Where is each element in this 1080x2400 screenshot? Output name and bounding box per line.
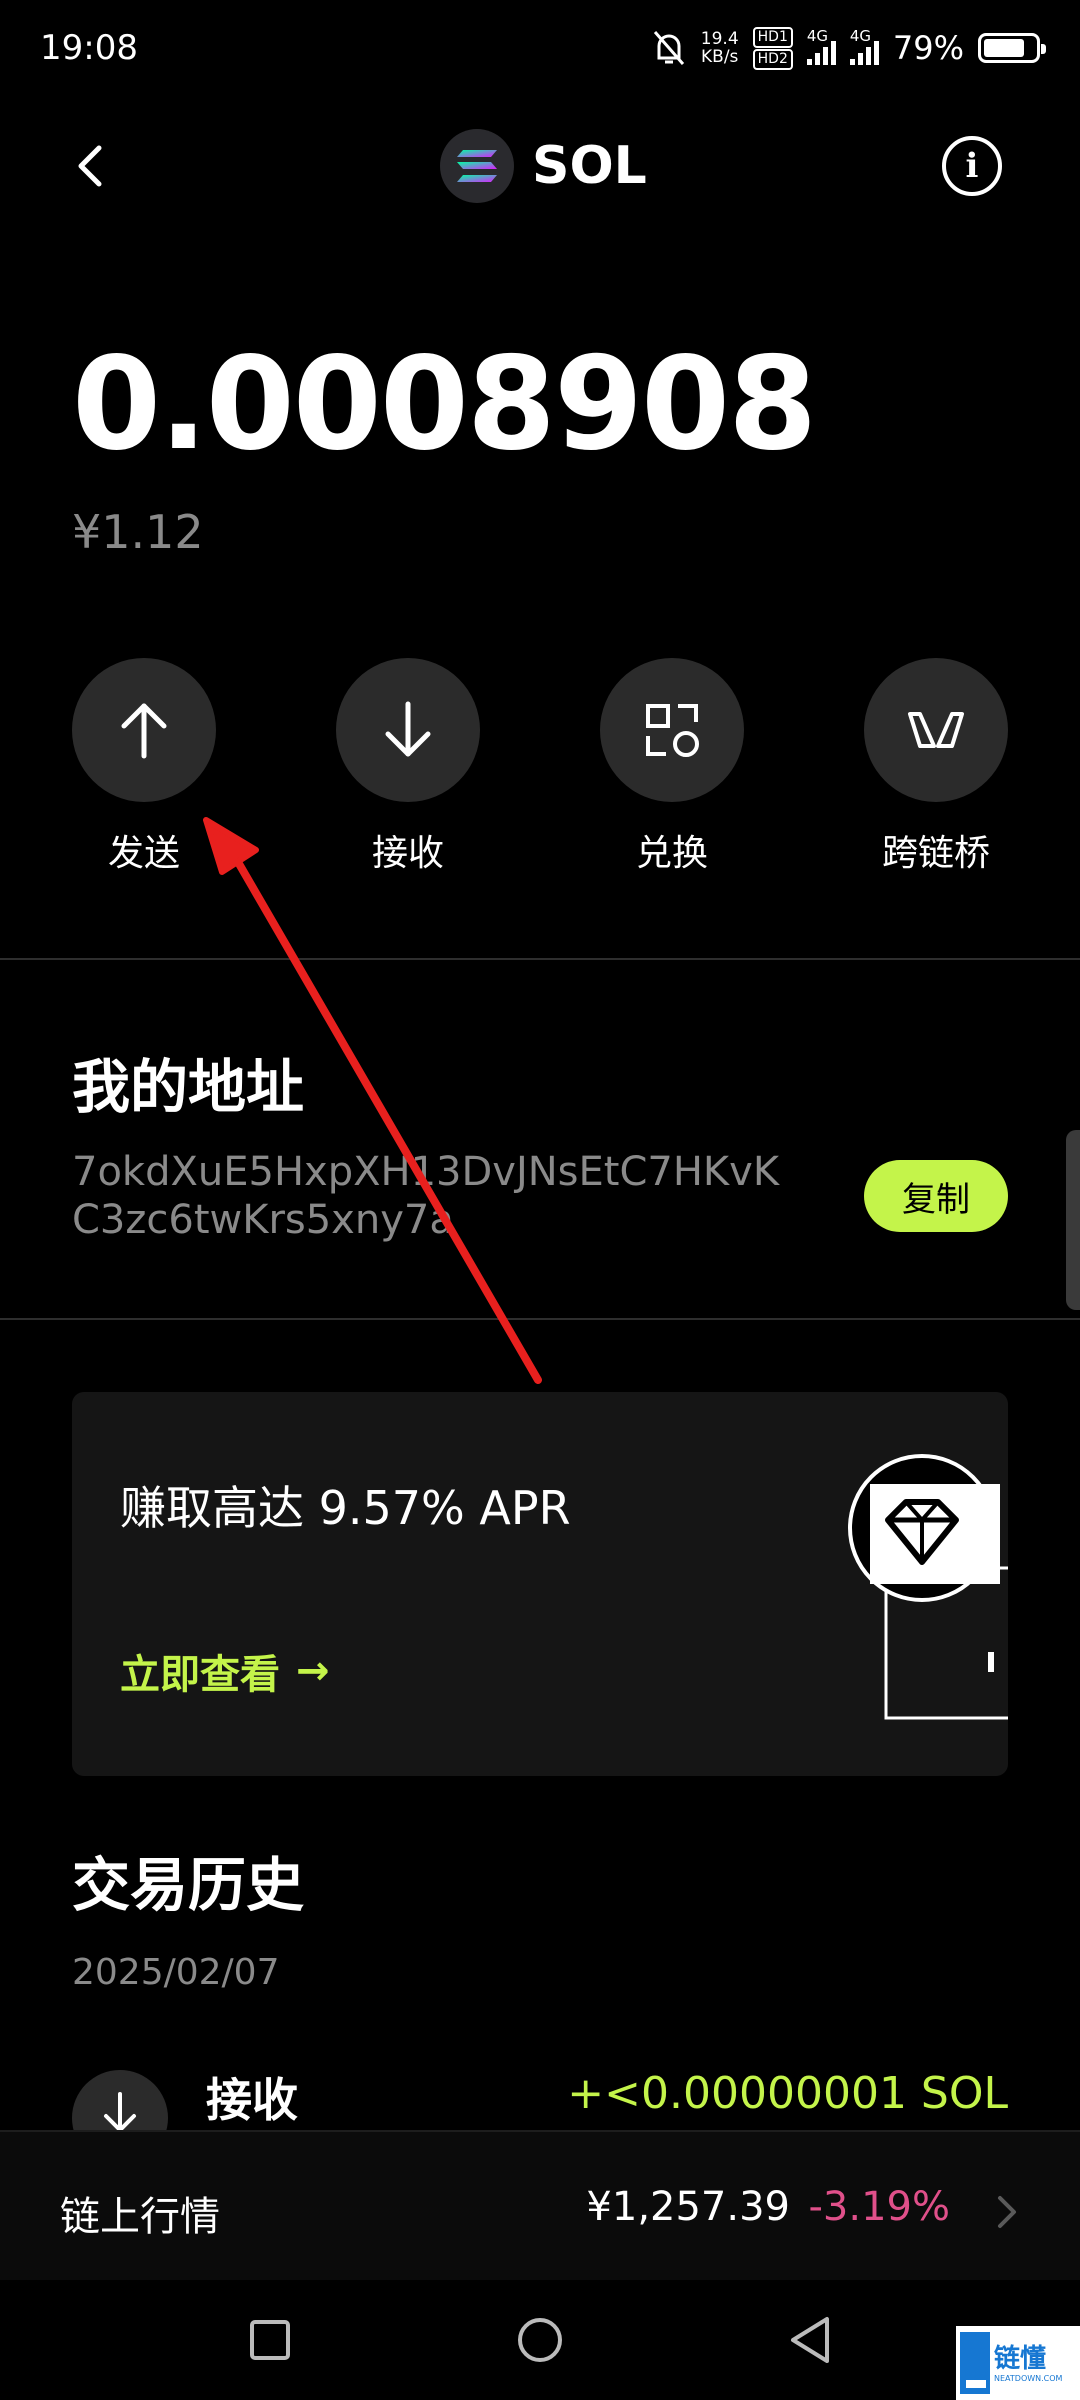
watermark-text: 链懂 <box>994 2343 1047 2374</box>
send-circle[interactable] <box>72 658 216 802</box>
battery-percent: 79% <box>892 29 964 67</box>
signal-strength-icon: 4G <box>806 27 836 65</box>
copy-address-button[interactable]: 复制 <box>864 1160 1008 1232</box>
address-title: 我的地址 <box>72 1053 305 1121</box>
network-speed-unit: KB/s <box>701 47 739 67</box>
hd-badge: HD1 <box>752 26 793 48</box>
staking-promo-card[interactable]: 赚取高达 9.57% APR 立即查看 → <box>72 1392 1008 1776</box>
promo-view-link[interactable]: 立即查看 → <box>120 1642 330 1700</box>
chevron-right-icon <box>998 2196 1016 2228</box>
swap-button[interactable]: 兑换 <box>572 658 772 876</box>
bridge-icon <box>908 712 964 748</box>
system-nav-bar <box>0 2280 1080 2400</box>
bridge-button[interactable]: 跨链桥 <box>836 658 1036 876</box>
bridge-circle[interactable] <box>864 658 1008 802</box>
signal-strength-icon: 4G <box>849 27 879 65</box>
side-edge-handle[interactable] <box>1066 1130 1080 1310</box>
hd-badge: HD2 <box>752 48 793 70</box>
arrow-down-icon <box>385 701 431 757</box>
fiat-balance: ¥1.12 <box>72 505 204 559</box>
receive-label: 接收 <box>371 833 444 874</box>
swap-icon <box>646 704 699 757</box>
arrow-right-icon: → <box>296 1648 330 1694</box>
info-button[interactable]: i <box>942 136 1002 196</box>
watermark-subtext: NEATDOWN.COM <box>994 2373 1063 2383</box>
hd-badges: HD1 HD2 <box>752 26 793 70</box>
arrow-up-icon <box>121 703 167 759</box>
receive-circle[interactable] <box>336 658 480 802</box>
transaction-row[interactable]: 接收 +<0.00000001 SOL <box>72 2060 1008 2166</box>
battery-icon <box>978 33 1046 63</box>
status-icons: 19.4 KB/s HD1 HD2 4G 4G 79% <box>651 24 1046 72</box>
action-row: 发送 接收 兑换 跨链桥 <box>0 658 1080 878</box>
network-speed: 19.4 KB/s <box>701 30 739 66</box>
send-button[interactable]: 发送 <box>44 658 244 876</box>
token-name: SOL <box>532 136 647 196</box>
token-balance: 0.0008908 <box>72 330 817 479</box>
transaction-type: 接收 <box>206 2073 298 2127</box>
swap-circle[interactable] <box>600 658 744 802</box>
divider <box>0 958 1080 960</box>
home-button[interactable] <box>510 2310 570 2370</box>
network-speed-value: 19.4 <box>700 29 739 49</box>
chevron-left-icon <box>78 145 102 187</box>
diamond-illustration-icon <box>848 1454 1008 1720</box>
market-price: ¥1,257.39 <box>586 2184 790 2230</box>
status-time: 19:08 <box>40 28 138 68</box>
back-nav-button[interactable] <box>780 2310 840 2370</box>
triangle-back-icon <box>791 2317 829 2363</box>
status-bar: 19:08 19.4 KB/s HD1 HD2 4G 4G 79% <box>0 0 1080 100</box>
recent-apps-button[interactable] <box>240 2310 300 2370</box>
signal-label: 4G <box>806 27 829 45</box>
signal-label: 4G <box>849 27 872 45</box>
promo-link-label: 立即查看 <box>120 1652 280 1698</box>
history-date: 2025/02/07 <box>72 1952 280 1993</box>
transaction-amount: +<0.00000001 SOL <box>567 2068 1008 2119</box>
token-title: SOL <box>440 128 647 204</box>
send-label: 发送 <box>107 833 180 874</box>
promo-title: 赚取高达 9.57% APR <box>120 1481 571 1535</box>
receive-button[interactable]: 接收 <box>308 658 508 876</box>
market-change: -3.19% <box>808 2184 950 2230</box>
header: SOL i <box>0 120 1080 212</box>
square-icon <box>250 2320 290 2360</box>
watermark-mark-icon <box>960 2332 990 2394</box>
swap-label: 兑换 <box>635 833 708 874</box>
history-title: 交易历史 <box>72 1851 305 1919</box>
info-icon: i <box>965 146 979 186</box>
back-button[interactable] <box>60 136 120 196</box>
wallet-address: 7okdXuE5HxpXH13DvJNsEtC7HKvKC3zc6twKrs5x… <box>72 1149 780 1243</box>
mute-bell-icon <box>653 31 684 65</box>
solana-logo-icon <box>440 129 514 203</box>
divider <box>0 1318 1080 1320</box>
market-label: 链上行情 <box>60 2194 220 2240</box>
market-bar[interactable]: 链上行情 ¥1,257.39 -3.19% <box>0 2130 1080 2280</box>
watermark-logo: 链懂 NEATDOWN.COM <box>956 2326 1080 2400</box>
bridge-label: 跨链桥 <box>881 833 990 874</box>
circle-icon <box>518 2318 562 2362</box>
